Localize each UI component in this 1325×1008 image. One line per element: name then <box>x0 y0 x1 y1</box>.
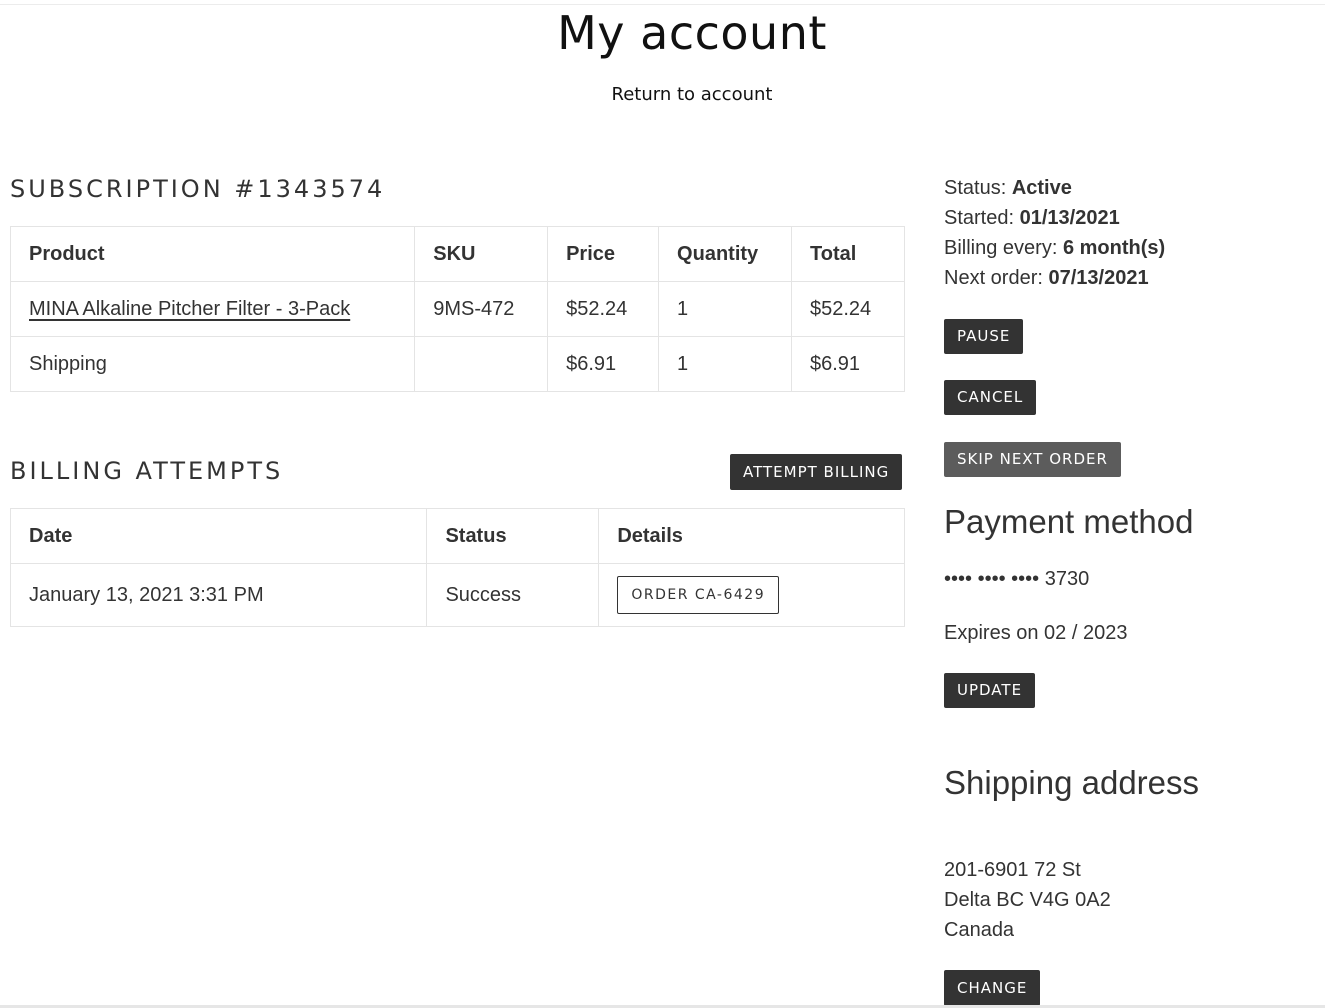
skip-next-order-button[interactable]: SKIP NEXT ORDER <box>944 442 1121 477</box>
subscription-heading: SUBSCRIPTION #1343574 <box>10 175 386 203</box>
started-line: Started: 01/13/2021 <box>944 207 1120 230</box>
top-divider <box>0 4 1325 5</box>
payment-method-heading: Payment method <box>944 503 1194 540</box>
order-link-button[interactable]: ORDER CA-6429 <box>617 576 780 614</box>
status-cell: Success <box>426 563 600 627</box>
details-cell: ORDER CA-6429 <box>598 563 905 627</box>
date-cell: January 13, 2021 3:31 PM <box>9 563 428 627</box>
product-link[interactable]: MINA Alkaline Pitcher Filter - 3-Pack <box>29 298 350 320</box>
quantity-cell: 1 <box>658 281 792 337</box>
billing-table-header: Date Status Details <box>9 508 905 564</box>
column-header-date: Date <box>9 508 428 564</box>
column-header-total: Total <box>791 226 905 282</box>
card-expiry: Expires on 02 / 2023 <box>944 622 1128 644</box>
total-cell: $52.24 <box>791 281 905 337</box>
price-cell: $52.24 <box>547 281 660 337</box>
column-header-product: Product <box>9 226 416 282</box>
billing-frequency-value: 6 month(s) <box>1062 237 1166 259</box>
table-row: Shipping $6.91 1 $6.91 <box>9 336 905 392</box>
started-label: Started: <box>944 207 1015 229</box>
address-line-1: 201-6901 72 St <box>944 859 1081 881</box>
billing-frequency-label: Billing every: <box>944 237 1058 259</box>
product-cell: MINA Alkaline Pitcher Filter - 3-Pack <box>9 281 416 337</box>
status-value: Active <box>1011 177 1072 199</box>
status-label: Status: <box>944 177 1007 199</box>
table-row: MINA Alkaline Pitcher Filter - 3-Pack 9M… <box>9 281 905 337</box>
table-row: January 13, 2021 3:31 PM Success ORDER C… <box>9 563 905 627</box>
product-cell: Shipping <box>9 336 416 392</box>
billing-frequency-line: Billing every: 6 month(s) <box>944 237 1165 260</box>
next-order-label: Next order: <box>944 267 1043 289</box>
shipping-address-heading: Shipping address <box>944 764 1200 801</box>
started-value: 01/13/2021 <box>1019 207 1120 229</box>
subscription-table: Product SKU Price Quantity Total MINA Al… <box>9 226 905 392</box>
card-number: •••• •••• •••• 3730 <box>944 568 1090 590</box>
column-header-details: Details <box>598 508 905 564</box>
next-order-value: 07/13/2021 <box>1048 267 1149 289</box>
column-header-quantity: Quantity <box>658 226 792 282</box>
quantity-cell: 1 <box>658 336 792 392</box>
billing-attempts-heading: BILLING ATTEMPTS <box>10 457 284 485</box>
next-order-line: Next order: 07/13/2021 <box>944 267 1149 290</box>
cancel-button[interactable]: CANCEL <box>944 380 1037 415</box>
billing-attempts-table: Date Status Details January 13, 2021 3:3… <box>9 508 905 627</box>
subscription-table-header: Product SKU Price Quantity Total <box>9 226 905 282</box>
column-header-price: Price <box>547 226 660 282</box>
status-line: Status: Active <box>944 177 1072 200</box>
sku-cell: 9MS-472 <box>414 281 549 337</box>
update-payment-button[interactable]: UPDATE <box>944 673 1036 708</box>
column-header-sku: SKU <box>414 226 549 282</box>
attempt-billing-button[interactable]: ATTEMPT BILLING <box>730 454 903 490</box>
total-cell: $6.91 <box>791 336 905 392</box>
return-to-account-link[interactable]: Return to account <box>0 84 1325 105</box>
address-line-2: Delta BC V4G 0A2 <box>944 889 1111 911</box>
sku-cell <box>414 336 549 392</box>
address-line-3: Canada <box>944 919 1015 941</box>
column-header-status: Status <box>426 508 600 564</box>
page-title: My account <box>557 6 827 60</box>
change-address-button[interactable]: CHANGE <box>944 970 1041 1006</box>
price-cell: $6.91 <box>547 336 660 392</box>
pause-button[interactable]: PAUSE <box>944 319 1024 354</box>
